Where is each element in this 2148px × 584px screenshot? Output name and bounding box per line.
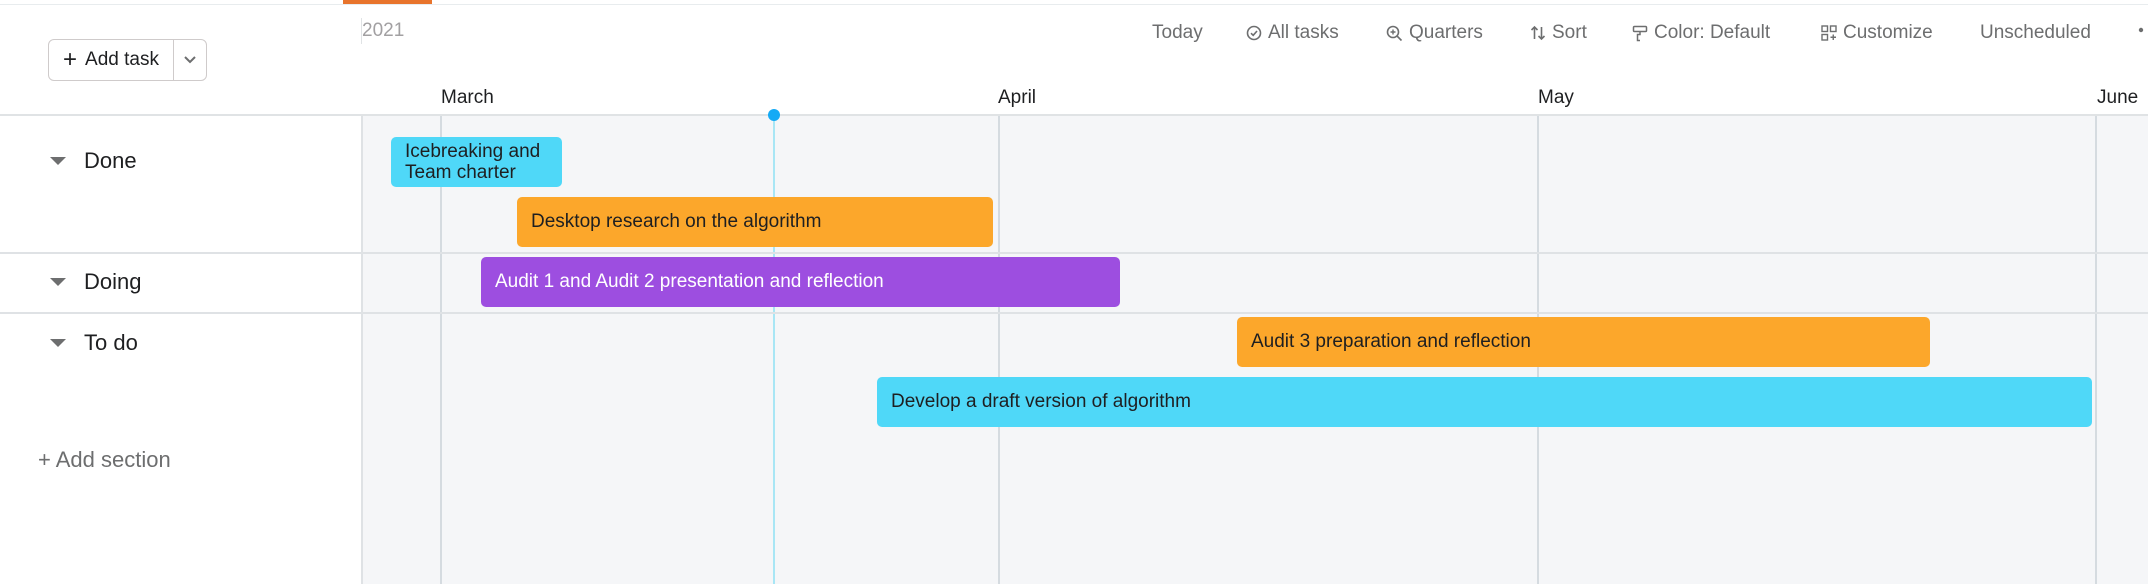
customize-label: Customize (1843, 22, 1933, 43)
chevron-down-icon (184, 56, 196, 64)
month-label-april: April (998, 87, 1037, 108)
task-bar[interactable]: Develop a draft version of algorithm (877, 377, 2092, 427)
all-tasks-filter[interactable]: All tasks (1246, 22, 1339, 44)
paint-roller-icon (1632, 25, 1648, 41)
task-bar[interactable]: Icebreaking and Team charter (391, 137, 562, 187)
section-divider-doing (0, 252, 2148, 254)
today-label: Today (1152, 22, 1203, 43)
today-marker (768, 109, 780, 121)
today-button[interactable]: Today (1152, 22, 1203, 44)
unscheduled-button[interactable]: Unscheduled (1980, 22, 2091, 44)
section-header-done[interactable]: Done (50, 148, 137, 174)
quarters-label: Quarters (1409, 22, 1483, 43)
add-section-button[interactable]: + Add section (38, 447, 171, 473)
add-task-dropdown-button[interactable] (174, 40, 206, 80)
add-task-label: Add task (85, 49, 159, 70)
month-label-march: March (441, 87, 494, 108)
grid-icon (1821, 25, 1837, 41)
zoom-quarters-button[interactable]: Quarters (1386, 22, 1483, 44)
section-name: Done (84, 148, 137, 173)
plus-icon: + (63, 46, 78, 73)
more-dots-icon (2138, 27, 2144, 33)
collapse-triangle-icon[interactable] (50, 278, 66, 286)
today-line (773, 116, 775, 584)
task-bar[interactable]: Desktop research on the algorithm (517, 197, 993, 247)
task-bar[interactable]: Audit 1 and Audit 2 presentation and ref… (481, 257, 1120, 307)
sort-button[interactable]: Sort (1530, 22, 1587, 44)
sort-label: Sort (1552, 22, 1587, 43)
gridline-april (998, 116, 1000, 584)
month-label-june: June (2097, 87, 2139, 108)
sort-icon (1530, 25, 1546, 41)
check-circle-icon (1246, 25, 1262, 41)
zoom-icon (1386, 25, 1403, 41)
collapse-triangle-icon[interactable] (50, 157, 66, 165)
gridline-june (2095, 116, 2097, 584)
color-button[interactable]: Color: Default (1632, 22, 1770, 44)
section-header-doing[interactable]: Doing (50, 269, 141, 295)
section-name: To do (84, 330, 138, 355)
section-divider-todo (0, 312, 2148, 314)
add-task-button[interactable]: + Add task (49, 40, 174, 80)
more-options-button[interactable] (2138, 22, 2144, 38)
year-label: 2021 (362, 20, 405, 41)
add-task-split-button: + Add task (48, 39, 207, 81)
unscheduled-label: Unscheduled (1980, 22, 2091, 43)
section-header-todo[interactable]: To do (50, 330, 138, 356)
customize-button[interactable]: Customize (1821, 22, 1933, 44)
month-label-may: May (1538, 87, 1574, 108)
collapse-triangle-icon[interactable] (50, 339, 66, 347)
section-name: Doing (84, 269, 142, 294)
color-label: Color: Default (1654, 22, 1771, 43)
top-divider (0, 4, 2148, 5)
all-tasks-label: All tasks (1268, 22, 1339, 43)
task-bar[interactable]: Audit 3 preparation and reflection (1237, 317, 1930, 367)
